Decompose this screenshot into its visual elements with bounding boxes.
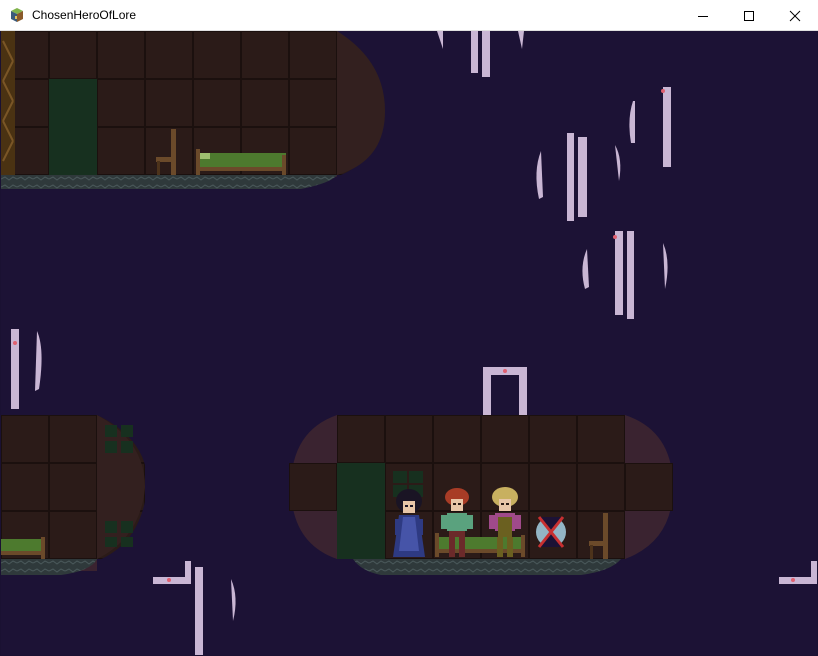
crystal-formation (437, 31, 524, 77)
minimize-button[interactable] (680, 0, 726, 31)
maximize-icon (744, 10, 754, 21)
hourglass-cross-icon[interactable] (536, 516, 566, 548)
game-cube-icon (11, 8, 23, 22)
stone-floor (1, 559, 97, 575)
doorway (337, 463, 385, 559)
stone-floor (1, 175, 337, 189)
stone-floor (353, 559, 621, 575)
game-viewport[interactable] (1, 31, 817, 655)
game-window: ChosenHeroOfLore (0, 0, 818, 656)
game-scene (1, 31, 817, 655)
window-title: ChosenHeroOfLore (32, 8, 137, 22)
doorway (49, 79, 97, 175)
bottom-center-room (289, 415, 673, 575)
minimize-icon (698, 15, 708, 17)
bottom-left-room (1, 415, 151, 575)
mage-character[interactable] (393, 489, 425, 557)
close-button[interactable] (772, 0, 818, 31)
top-left-room (1, 31, 385, 189)
close-icon (789, 10, 801, 21)
portal-arch (483, 367, 527, 415)
crystal-formation (153, 561, 817, 655)
title-bar[interactable]: ChosenHeroOfLore (0, 0, 818, 31)
maximize-button[interactable] (726, 0, 772, 31)
